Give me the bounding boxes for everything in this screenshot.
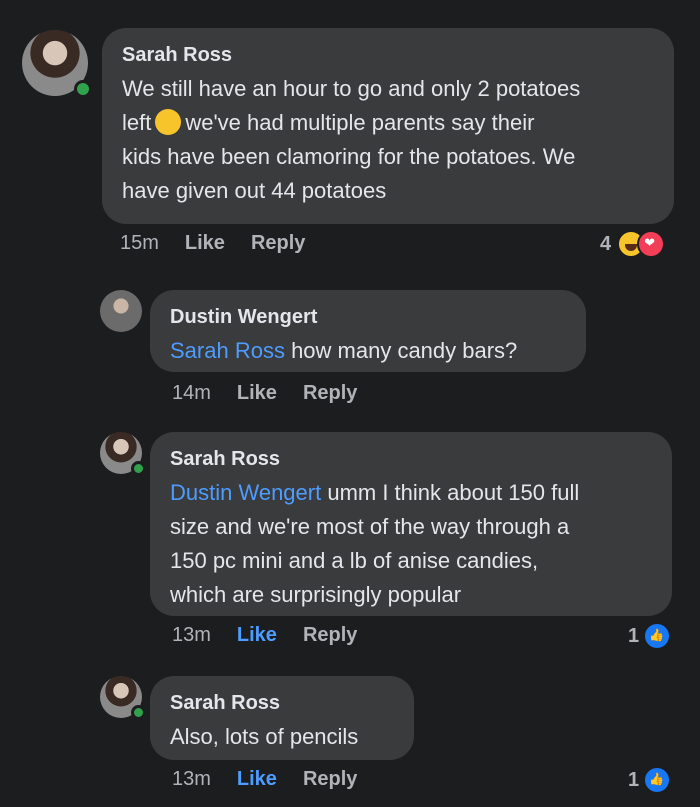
timestamp[interactable]: 13m	[172, 624, 211, 647]
comment-actions: 14m Like Reply	[172, 382, 357, 405]
reaction-count: 1	[628, 624, 640, 647]
like-button[interactable]: Like	[237, 382, 277, 405]
comment-text: Sarah Ross how many candy bars?	[170, 334, 566, 368]
avatar-sarah-ross[interactable]	[22, 30, 92, 98]
like-button[interactable]: Like	[237, 768, 277, 791]
mention-link[interactable]: Dustin Wengert	[170, 480, 321, 505]
online-indicator	[131, 705, 146, 720]
avatar-sarah-ross[interactable]	[100, 676, 146, 720]
comment-fragment: we've had multiple parents say their	[185, 110, 535, 135]
comment-bubble: Dustin Wengert Sarah Ross how many candy…	[150, 290, 586, 372]
thumbs-up-icon	[643, 622, 672, 650]
reaction-count: 1	[628, 768, 640, 791]
online-indicator	[74, 80, 92, 98]
comment-line: kids have been clamoring for the potatoe…	[122, 144, 576, 169]
avatar-dustin-wengert[interactable]	[100, 290, 142, 332]
comment-bubble: Sarah Ross Also, lots of pencils	[150, 676, 414, 760]
reply-button[interactable]: Reply	[303, 624, 357, 647]
comment-actions: 15m Like Reply	[120, 232, 305, 255]
comment-bubble: Sarah Ross Dustin Wengert umm I think ab…	[150, 432, 672, 616]
comment-line: have given out 44 potatoes	[122, 178, 387, 203]
comment-author[interactable]: Sarah Ross	[170, 446, 652, 472]
comment-author[interactable]: Dustin Wengert	[170, 304, 566, 330]
reaction-summary[interactable]: 1	[628, 622, 672, 650]
comment-author[interactable]: Sarah Ross	[122, 42, 654, 68]
comment-author[interactable]: Sarah Ross	[170, 690, 394, 716]
mention-link[interactable]: Sarah Ross	[170, 338, 285, 363]
comment-line: 150 pc mini and a lb of anise candies,	[170, 548, 539, 573]
reaction-summary[interactable]: 4	[600, 230, 666, 258]
comment-line: left we've had multiple parents say their	[122, 106, 654, 140]
reaction-count: 4	[600, 232, 612, 255]
heart-emoji-icon	[637, 230, 666, 258]
comment-actions: 13m Like Reply	[172, 768, 357, 791]
comment-line: We still have an hour to go and only 2 p…	[122, 76, 581, 101]
laughing-emoji-icon	[155, 109, 182, 135]
like-button[interactable]: Like	[237, 624, 277, 647]
avatar-sarah-ross[interactable]	[100, 432, 146, 476]
reply-button[interactable]: Reply	[303, 382, 357, 405]
comment-fragment: how many candy bars?	[284, 338, 518, 363]
timestamp[interactable]: 13m	[172, 768, 211, 791]
timestamp[interactable]: 15m	[120, 232, 159, 255]
comment-text: Dustin Wengert umm I think about 150 ful…	[170, 476, 652, 612]
comment-line: which are surprisingly popular	[170, 582, 462, 607]
reply-button[interactable]: Reply	[303, 768, 357, 791]
comment-text: Also, lots of pencils	[170, 724, 359, 749]
reply-button[interactable]: Reply	[251, 232, 305, 255]
online-indicator	[131, 461, 146, 476]
reaction-summary[interactable]: 1	[628, 766, 672, 794]
comment-line: Dustin Wengert umm I think about 150 ful…	[170, 476, 652, 510]
comment-fragment: left	[122, 110, 152, 135]
thumbs-up-icon	[643, 766, 672, 794]
like-button[interactable]: Like	[185, 232, 225, 255]
comment-bubble: Sarah Ross We still have an hour to go a…	[102, 28, 674, 224]
comment-line: size and we're most of the way through a	[170, 514, 570, 539]
comment-actions: 13m Like Reply	[172, 624, 357, 647]
comment-text: We still have an hour to go and only 2 p…	[122, 72, 654, 208]
comment-fragment: umm I think about 150 full	[321, 480, 580, 505]
timestamp[interactable]: 14m	[172, 382, 211, 405]
